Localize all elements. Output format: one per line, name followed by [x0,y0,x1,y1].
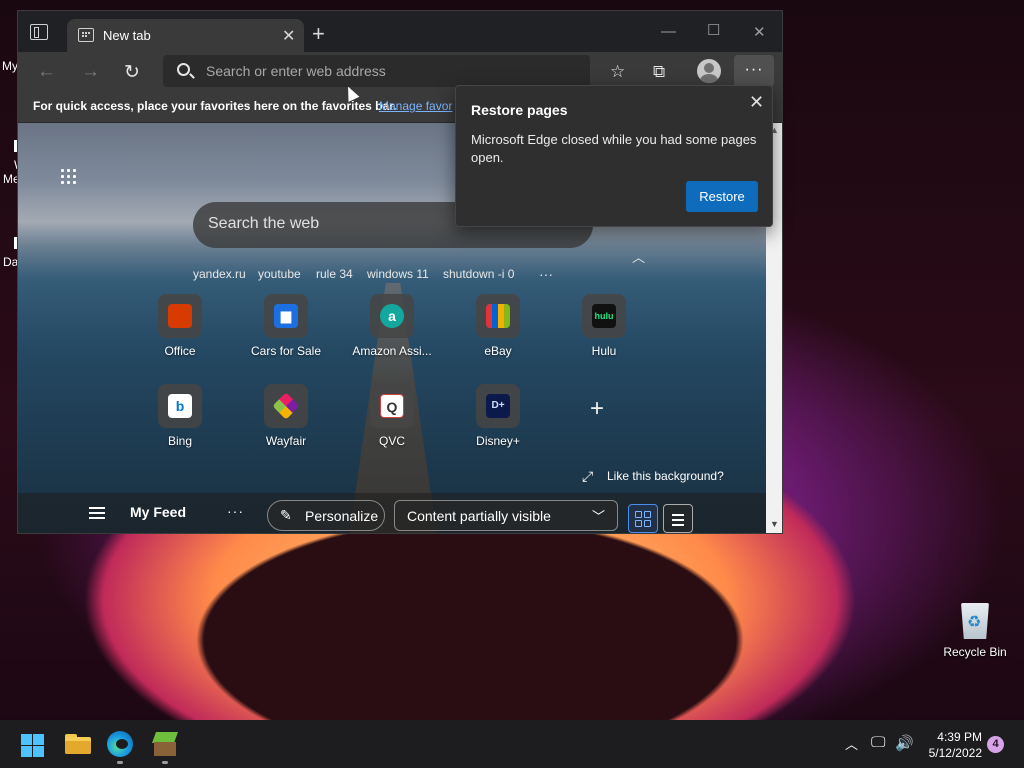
add-site-button[interactable]: + [590,395,604,423]
start-button[interactable] [21,734,44,757]
favorites-bar-message: For quick access, place your favorites h… [33,99,397,113]
back-arrow-icon[interactable]: ← [37,61,56,83]
show-hidden-icons-chevron[interactable]: ︿ [845,734,858,753]
tab-close-icon[interactable]: ✕ [282,26,295,46]
dialog-title: Restore pages [471,102,568,118]
quick-links: yandex.ru youtube rule 34 windows 11 shu… [18,266,766,287]
dialog-message: Microsoft Edge closed while you had some… [471,132,757,165]
tile-label: Hulu [591,344,617,358]
ebay-bag-icon [486,304,510,328]
expand-icon: ⤢ [582,468,594,484]
quick-link[interactable]: yandex.ru [193,267,246,281]
close-icon[interactable]: ✕ [749,92,764,113]
content-visibility-value: Content partially visible [407,508,551,524]
tab-title: New tab [103,28,151,43]
recycle-bin-icon: ♻ [958,597,992,639]
tile-hulu[interactable]: hulu Hulu [549,294,659,374]
new-tab-page-icon [78,28,94,42]
volume-icon[interactable]: 🔊 [895,734,914,752]
address-placeholder: Search or enter web address [206,63,386,79]
personalize-label: Personalize [305,508,379,524]
recycle-bin[interactable]: ♻ Recycle Bin [938,597,1012,659]
file-explorer-icon[interactable] [65,731,91,757]
menu-icon[interactable] [89,507,105,519]
tile-bing[interactable]: b Bing [125,384,235,464]
forward-arrow-icon[interactable]: → [81,61,100,83]
quick-links-more-button[interactable]: ··· [539,266,553,282]
chevron-down-icon: ﹀ [592,509,606,524]
refresh-icon[interactable]: ↻ [124,61,140,84]
content-visibility-dropdown[interactable]: Content partially visible ﹀ [394,500,618,531]
quick-link[interactable]: shutdown -i 0 [443,267,514,281]
list-view-button[interactable] [663,504,693,533]
address-bar[interactable]: Search or enter web address [163,55,590,87]
disney-plus-icon: D+ [486,394,510,418]
running-indicator [162,761,168,764]
running-indicator [117,761,123,764]
chevron-up-icon[interactable]: ︿ [632,247,645,266]
recycle-bin-label: Recycle Bin [943,645,1007,659]
collections-icon[interactable]: ⧉ [653,62,665,82]
more-icon[interactable]: ··· [734,55,774,87]
grid-view-button[interactable] [628,504,658,533]
manage-favorites-link[interactable]: Manage favor [379,99,452,113]
search-icon [177,63,190,76]
tile-qvc[interactable]: Q QVC [337,384,447,464]
tile-label: Wayfair [265,434,307,448]
feed-more-button[interactable]: ··· [227,503,244,519]
new-tab-button[interactable]: + [312,21,325,47]
amazon-assistant-icon: a [380,304,404,328]
tile-label: Office [164,344,196,358]
tile-amazon-assistant[interactable]: a Amazon Assi... [337,294,447,374]
tile-ebay[interactable]: eBay [443,294,553,374]
clock-date: 5/12/2022 [928,746,982,760]
tile-label: QVC [378,434,405,448]
taskbar: ︿ 🖵 🔊 4:39 PM 5/12/2022 4 [0,720,1024,768]
tab-new-tab[interactable]: New tab ✕ [67,19,304,52]
favorites-icon[interactable]: ☆ [610,62,625,82]
tile-label: Disney+ [476,434,520,448]
maximize-button[interactable]: ☐ [707,21,720,39]
notification-badge[interactable]: 4 [987,736,1004,753]
minecraft-icon[interactable] [151,731,179,757]
tile-office[interactable]: Office [125,294,235,374]
quick-link[interactable]: rule 34 [316,267,353,281]
restore-button[interactable]: Restore [686,181,758,212]
personalize-button[interactable]: ✎ Personalize [267,500,385,531]
profile-icon[interactable] [697,59,721,83]
tile-label: Amazon Assi... [352,344,432,358]
car-icon: ▆ [274,304,298,328]
web-search-placeholder: Search the web [208,215,320,232]
quick-link[interactable]: windows 11 [367,267,429,281]
wayfair-icon [272,392,300,420]
tab-actions-icon[interactable] [30,24,48,40]
close-window-button[interactable]: ✕ [753,23,766,41]
restore-pages-dialog: Restore pages ✕ Microsoft Edge closed wh… [455,85,773,227]
system-clock[interactable]: 4:39 PM 5/12/2022 [922,729,982,761]
like-background-label: Like this background? [607,469,724,483]
tile-label: Cars for Sale [250,344,322,358]
office-icon [168,304,192,328]
tile-disney-plus[interactable]: D+ Disney+ [443,384,553,464]
tile-cars-for-sale[interactable]: ▆ Cars for Sale [231,294,341,374]
qvc-icon: Q [380,394,404,418]
bing-icon: b [168,394,192,418]
pencil-icon: ✎ [280,507,292,523]
app-launcher-icon[interactable] [61,169,78,186]
scroll-down-icon[interactable]: ▼ [770,519,779,529]
quick-link[interactable]: youtube [258,267,301,281]
tile-label: Bing [167,434,193,448]
title-bar: New tab ✕ + — ☐ ✕ [18,11,782,52]
minimize-button[interactable]: — [661,23,676,40]
edge-icon[interactable] [107,731,133,757]
like-background-button[interactable]: ⤢ Like this background? [582,468,724,484]
my-feed-tab[interactable]: My Feed [130,504,186,520]
clock-time: 4:39 PM [937,730,982,744]
network-icon[interactable]: 🖵 [871,734,885,751]
feed-bar: My Feed ··· ✎ Personalize Content partia… [18,493,766,533]
tile-wayfair[interactable]: Wayfair [231,384,341,464]
hulu-icon: hulu [592,304,616,328]
tile-label: eBay [484,344,512,358]
desktop-icon-label: My [2,59,18,73]
